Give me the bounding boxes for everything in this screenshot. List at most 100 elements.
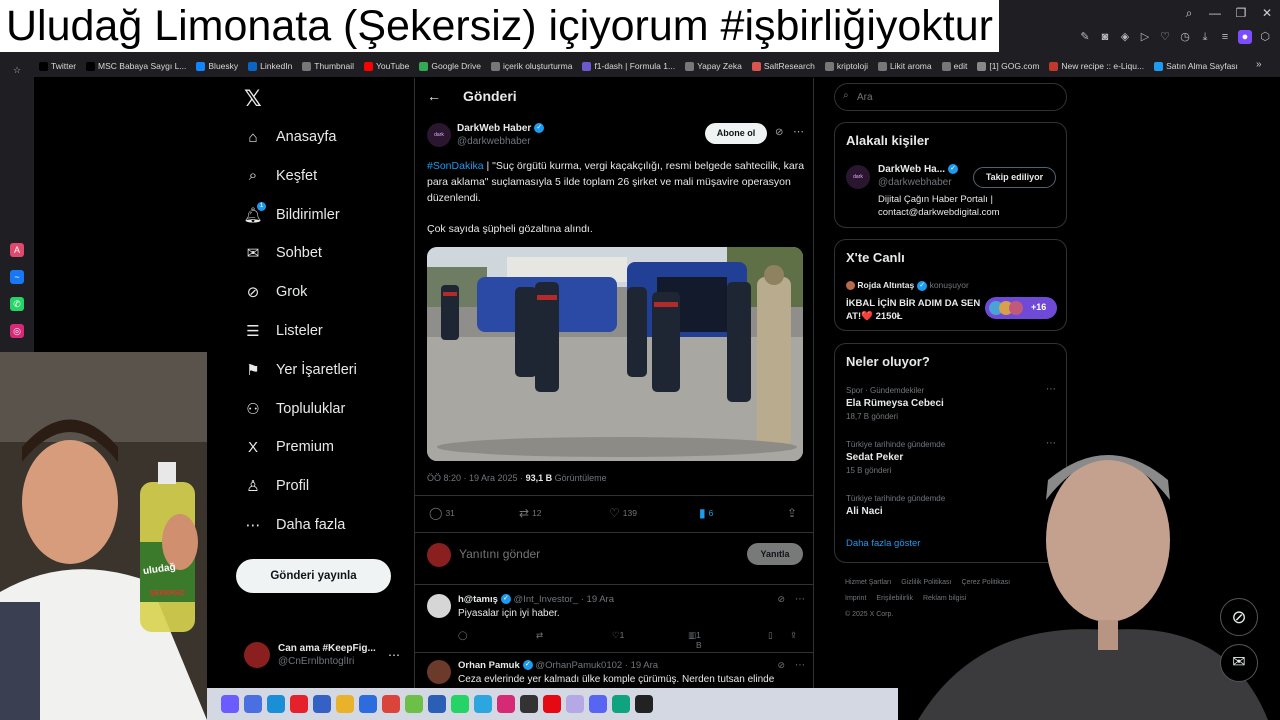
live-title[interactable]: İKBAL İÇİN BİR ADIM DA SEN AT!❤️ 2150Ł (846, 297, 981, 323)
more-icon[interactable]: ⋯ (388, 648, 400, 662)
x-logo-icon[interactable]: 𝕏 (244, 86, 262, 112)
grok-icon[interactable]: ⊘ (775, 127, 783, 138)
avatar[interactable] (427, 594, 451, 618)
reply-icon[interactable]: ◯ (458, 630, 468, 641)
teams-icon[interactable] (244, 695, 262, 713)
share-icon[interactable]: ⇪ (790, 630, 797, 641)
opera-icon[interactable] (290, 695, 308, 713)
reply-button[interactable]: Yanıtla (747, 543, 803, 565)
mail-icon[interactable] (359, 695, 377, 713)
grok-icon[interactable]: ⊘ (777, 660, 785, 671)
bookmark-item[interactable]: Likit aroma (873, 61, 937, 71)
nav-item-profile[interactable]: ♙ Profil (244, 472, 309, 500)
history-icon[interactable]: ◷ (1178, 30, 1192, 44)
account-switcher[interactable]: Can ama #KeepFig... @CnErnlbntoglIri ⋯ (244, 642, 400, 668)
related-name[interactable]: DarkWeb Ha... (878, 164, 945, 175)
nav-item-premium[interactable]: X Premium (244, 433, 334, 461)
chevron-right-icon[interactable]: » (1256, 59, 1268, 70)
netflix-icon[interactable] (543, 695, 561, 713)
bookmark-item[interactable]: LinkedIn (243, 61, 297, 71)
menu-icon[interactable]: ≡ (1218, 30, 1232, 44)
bookmark-item[interactable]: kriptoloji (820, 61, 873, 71)
bookmark-item[interactable]: SaltResearch (747, 61, 820, 71)
nav-item-communities[interactable]: ⚇ Topluluklar (244, 395, 345, 423)
telegram-icon[interactable] (474, 695, 492, 713)
hashtag-link[interactable]: #SonDakika (427, 160, 484, 172)
post-image[interactable] (427, 247, 803, 461)
reply-author-handle[interactable]: @Int_Investor_ · 19 Ara (514, 594, 614, 605)
messenger-icon[interactable]: ~ (10, 270, 24, 284)
like-action[interactable]: ♡ 139 (609, 506, 637, 520)
search-input[interactable] (834, 83, 1067, 111)
avatar[interactable]: dark (846, 165, 870, 189)
author-avatar[interactable]: dark (427, 123, 451, 147)
bookmark-item[interactable]: MSC Babaya Saygı L... (81, 61, 191, 71)
reply-author-handle[interactable]: @OrhanPamuk0102 · 19 Ara (535, 660, 658, 671)
reply-author-name[interactable]: h@tamış (458, 594, 498, 605)
bookmark-item[interactable]: içerik oluşturturma (486, 61, 577, 71)
whatsapp-icon[interactable]: ✆ (10, 297, 24, 311)
star-icon[interactable]: ☆ (10, 63, 24, 77)
search-icon[interactable]: ⌕ (1176, 6, 1202, 21)
related-handle[interactable]: @darkwebhaber (878, 176, 958, 189)
chatgpt-icon[interactable] (612, 695, 630, 713)
more-icon[interactable]: ⋯ (795, 660, 805, 671)
nav-item-explore[interactable]: ⌕ Keşfet (244, 162, 317, 190)
messages-floating-button[interactable]: ✉ (1220, 644, 1258, 682)
discord-icon[interactable] (589, 695, 607, 713)
reply-item[interactable]: h@tamış ✓ @Int_Investor_ · 19 Ara Piyasal… (427, 594, 805, 654)
live-host[interactable]: Rojda Altıntaş ✓ konuşuyor (846, 280, 969, 291)
nav-item-chat[interactable]: ✉ Sohbet (244, 239, 322, 267)
chrome-alt-icon[interactable] (405, 695, 423, 713)
like-action[interactable]: ♡ 1 (612, 630, 624, 641)
nav-item-grok[interactable]: ⊘ Grok (244, 278, 308, 306)
more-icon[interactable]: ⋯ (793, 125, 804, 138)
bookmark-item[interactable]: f1-dash | Formula 1... (577, 61, 680, 71)
bookmark-item[interactable]: Satın Alma Sayfası (1149, 61, 1243, 71)
repost-action[interactable]: ⇄ 12 (519, 506, 542, 520)
launcher-icon[interactable] (313, 695, 331, 713)
bookmark-icon[interactable]: ▯ (768, 630, 773, 641)
epic-icon[interactable] (520, 695, 538, 713)
play-icon[interactable]: ▷ (1138, 30, 1152, 44)
nav-item-more[interactable]: ⋯ Daha fazla (244, 511, 346, 539)
reply-input[interactable] (459, 547, 709, 561)
bookmark-item[interactable]: [1] GOG.com (972, 61, 1044, 71)
reply-author-name[interactable]: Orhan Pamuk (458, 660, 520, 671)
avatar[interactable] (427, 660, 451, 684)
post-author[interactable]: dark DarkWeb Haber ✓ @darkwebhaber (427, 122, 545, 148)
bookmark-item[interactable]: Twitter (34, 61, 81, 71)
edit-icon[interactable]: ✎ (1078, 30, 1092, 44)
heart-icon[interactable]: ♡ (1158, 30, 1172, 44)
camera-icon[interactable]: ◙ (1098, 30, 1112, 44)
following-button[interactable]: Takip ediliyor (973, 167, 1056, 188)
footer-link[interactable]: Imprint (845, 595, 866, 602)
more-icon[interactable]: ⋯ (1046, 384, 1056, 395)
back-arrow-icon[interactable]: ← (427, 88, 441, 104)
nav-item-home[interactable]: ⌂ Anasayfa (244, 123, 336, 151)
bookmark-action[interactable]: ▮ 6 (699, 506, 713, 520)
extensions-icon[interactable]: ⬡ (1258, 30, 1272, 44)
bookmark-item[interactable]: edit (937, 61, 973, 71)
store-icon[interactable] (428, 695, 446, 713)
edge-icon[interactable] (267, 695, 285, 713)
post-button[interactable]: Gönderi yayınla (236, 559, 391, 593)
bookmark-item[interactable]: Google Drive (414, 61, 486, 71)
nav-item-lists[interactable]: ☰ Listeler (244, 317, 322, 345)
nav-item-bookmarks[interactable]: ⚑ Yer İşaretleri (244, 356, 357, 384)
subscribe-button[interactable]: Abone ol (705, 123, 767, 144)
app-icon[interactable] (566, 695, 584, 713)
folder-icon[interactable] (336, 695, 354, 713)
nav-item-notifications[interactable]: 🔔︎ 1 Bildirimler (243, 201, 340, 229)
profile-icon[interactable]: ● (1238, 30, 1252, 44)
minimize-icon[interactable]: — (1202, 6, 1228, 20)
reply-action[interactable]: ◯ 31 (429, 506, 455, 520)
author-handle[interactable]: @darkwebhaber (457, 135, 544, 148)
shield-icon[interactable]: ◈ (1118, 30, 1132, 44)
more-icon[interactable]: ⋯ (795, 594, 805, 605)
live-listeners[interactable]: +16 (985, 297, 1057, 319)
trend-item[interactable]: Spor · Gündemdekiler Ela Rümeysa Cebeci 18… (846, 384, 944, 423)
terminal-icon[interactable] (635, 695, 653, 713)
post-time[interactable]: ÖÖ 8:20 · 19 Ara 2025 · (427, 473, 526, 483)
bookmark-item[interactable]: Bluesky (191, 61, 243, 71)
